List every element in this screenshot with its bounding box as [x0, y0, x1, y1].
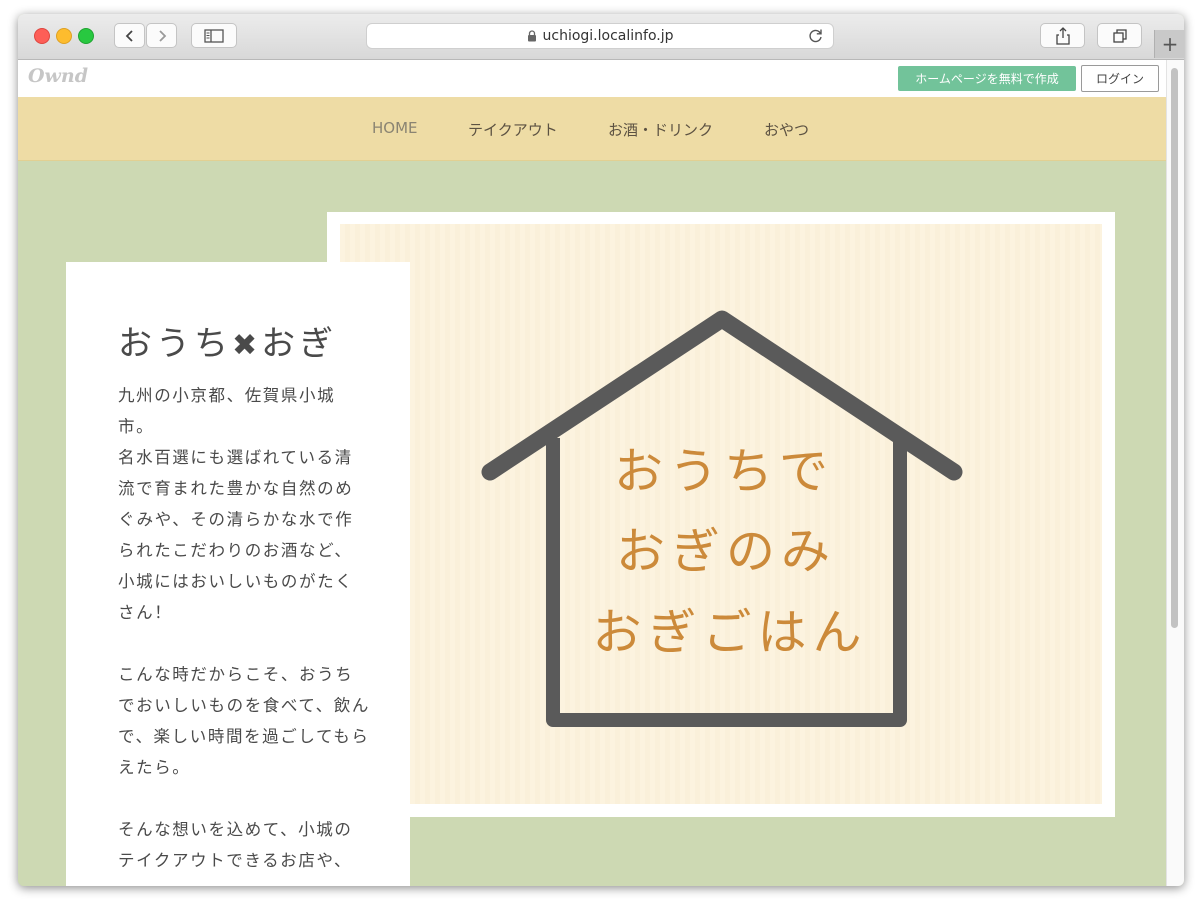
house-illustration: おうちで おぎのみ おぎごはん	[481, 310, 963, 727]
new-tab-button[interactable]: +	[1154, 30, 1184, 58]
intro-body: 九州の小京都、佐賀県小城市。 名水百選にも選ばれている清流で育まれた豊かな自然の…	[118, 380, 370, 886]
hero-line-1: おうちで	[614, 443, 834, 500]
site-navigation: HOME テイクアウト お酒・ドリンク おやつ	[18, 97, 1166, 161]
share-icon	[1055, 26, 1070, 45]
sidebar-icon	[204, 28, 224, 43]
login-button[interactable]: ログイン	[1081, 65, 1159, 92]
chevron-right-icon	[158, 29, 166, 42]
intro-card: おうち✖おぎ 九州の小京都、佐賀県小城市。 名水百選にも選ばれている清流で育まれ…	[66, 262, 410, 886]
intro-title: おうち✖おぎ	[118, 316, 337, 365]
intro-title-left: おうち	[118, 324, 232, 364]
nav-item-drinks[interactable]: お酒・ドリンク	[608, 119, 713, 140]
scrollbar-thumb[interactable]	[1171, 68, 1178, 628]
intro-paragraph: 九州の小京都、佐賀県小城市。	[118, 386, 336, 436]
intro-paragraph: そんな想いを込めて、小城のテイクアウトできるお店や、	[118, 820, 353, 870]
forward-button[interactable]	[146, 23, 177, 48]
hero-image: おうちで おぎのみ おぎごはん	[340, 224, 1102, 804]
web-page: Ownd ホームページを無料で作成 ログイン HOME テイクアウト お酒・ドリ…	[18, 60, 1166, 886]
create-homepage-button[interactable]: ホームページを無料で作成	[898, 66, 1076, 91]
intro-paragraph: こんな時だからこそ、おうちでおいしいものを食べて、飲んで、楽しい時間を過ごしても…	[118, 665, 370, 777]
share-button[interactable]	[1040, 23, 1085, 48]
browser-window: uchiogi.localinfo.jp + Ownd ホームページを無料で作成…	[18, 14, 1184, 886]
sidebar-toggle-button[interactable]	[191, 23, 237, 48]
close-window-button[interactable]	[34, 28, 50, 44]
hero-line-3: おぎごはん	[592, 604, 867, 661]
browser-toolbar: uchiogi.localinfo.jp	[18, 14, 1184, 60]
ownd-header-bar: Ownd ホームページを無料で作成 ログイン	[18, 60, 1166, 98]
intro-paragraph: 名水百選にも選ばれている清流で育まれた豊かな自然のめぐみや、その清らかな水で作ら…	[118, 448, 354, 622]
intro-title-right: おぎ	[261, 324, 338, 364]
address-bar[interactable]: uchiogi.localinfo.jp	[366, 23, 834, 49]
chevron-left-icon	[125, 29, 133, 42]
zoom-window-button[interactable]	[78, 28, 94, 44]
plus-icon: +	[1161, 32, 1179, 56]
back-button[interactable]	[114, 23, 145, 48]
nav-item-snacks[interactable]: おやつ	[764, 119, 809, 140]
tabs-overview-button[interactable]	[1097, 23, 1142, 48]
nav-item-takeout[interactable]: テイクアウト	[468, 119, 558, 140]
reload-icon[interactable]	[807, 27, 825, 45]
url-text: uchiogi.localinfo.jp	[542, 28, 674, 44]
tabs-icon	[1112, 28, 1127, 43]
minimize-window-button[interactable]	[56, 28, 72, 44]
ownd-logo[interactable]: Ownd	[28, 65, 88, 87]
nav-item-home[interactable]: HOME	[372, 119, 418, 137]
cross-icon: ✖	[232, 328, 262, 363]
hero-line-2: おぎのみ	[616, 523, 836, 580]
lock-icon	[527, 30, 536, 42]
